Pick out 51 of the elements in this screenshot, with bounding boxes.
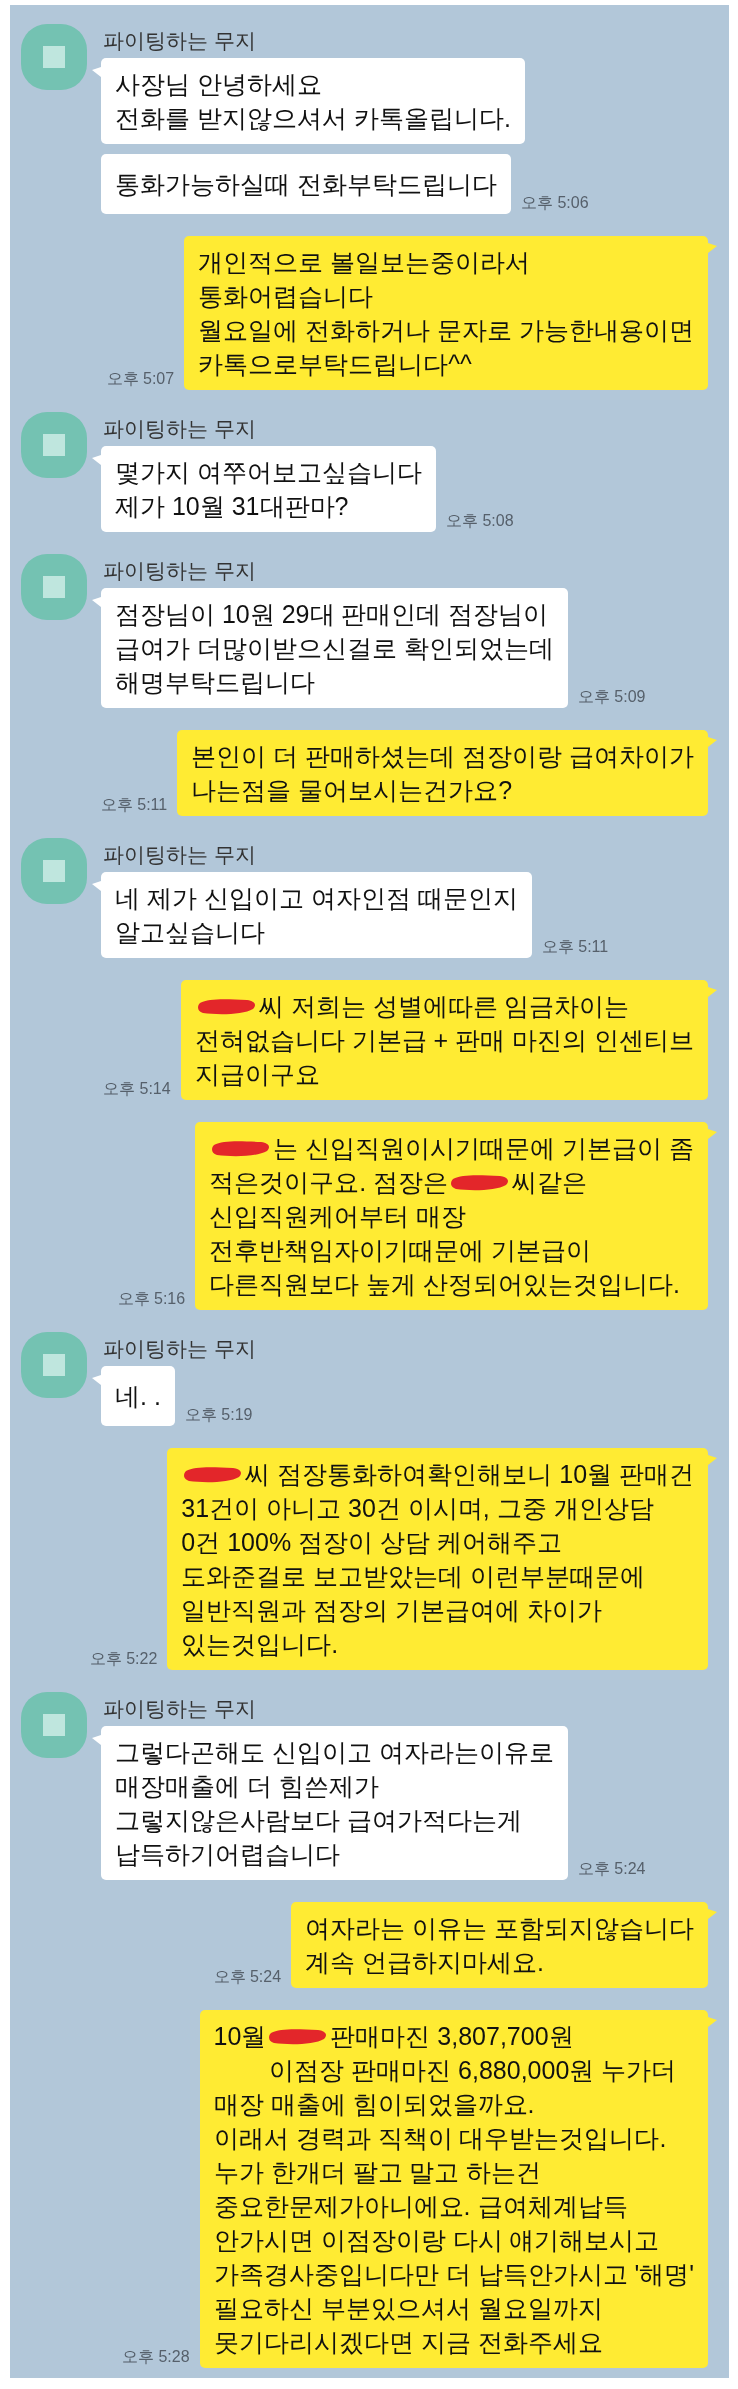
message-time: 오후 5:24 [577, 1859, 646, 1879]
message-text: 씨 저희는 성별에따른 임금차이는 [258, 991, 630, 1022]
avatar-icon[interactable] [21, 412, 87, 478]
message-text: 는 신입직원이시기때문에 기본급이 좀 [273, 1133, 694, 1164]
sender-name: 파이팅하는 무지 [103, 1336, 256, 1362]
message-time: 오후 5:06 [520, 193, 589, 213]
scribble-icon [450, 1173, 511, 1191]
sender-name: 파이팅하는 무지 [103, 558, 256, 584]
message-time: 오후 5:19 [184, 1405, 253, 1425]
message-time: 오후 5:09 [577, 687, 646, 707]
scribble-icon [211, 1139, 272, 1157]
message-text: 여자라는 이유는 포함되지않습니다 계속 언급하지마세요. [305, 1913, 694, 1978]
message-time: 오후 5:14 [103, 1079, 171, 1099]
scribble-icon [183, 1465, 244, 1483]
message-time: 오후 5:28 [122, 2347, 190, 2367]
message-text: 본인이 더 판매하셨는데 점장이랑 급여차이가 나는점을 물어보시는건가요? [191, 741, 694, 806]
message-time: 오후 5:11 [541, 937, 609, 957]
message-text: 판매마진 3,807,700원 [330, 2021, 574, 2052]
avatar-icon[interactable] [21, 838, 87, 904]
avatar-icon[interactable] [21, 24, 87, 90]
message-text: 10월 [213, 2021, 267, 2052]
message-text: 통화가능하실때 전화부탁드립니다 [115, 169, 497, 200]
message-text: 씨같은 [512, 1167, 588, 1198]
sender-name: 파이팅하는 무지 [103, 28, 256, 54]
message-text: 31건이 아니고 30건 이시며, 그중 개인상담 0건 100% 점장이 상담 케어해주고 도와준걸로 보고받았는데 이런부분때문에 일반직원과 점장의 기본급여에 차이가 있는것입니다. [181, 1493, 655, 1660]
sender-name: 파이팅하는 무지 [103, 1696, 256, 1722]
message-time: 오후 5:22 [89, 1649, 158, 1669]
message-text: 적은것이구요. 점장은 [209, 1167, 449, 1198]
sender-name: 파이팅하는 무지 [103, 416, 256, 442]
message-time: 오후 5:16 [117, 1289, 186, 1309]
message-time: 오후 5:08 [445, 511, 514, 531]
message-text: 점장님이 10원 29대 판매인데 점장님이 급여가 더많이받으신걸로 확인되었는데 해명부탁드립니다 [115, 599, 554, 698]
message-time: 오후 5:11 [100, 795, 168, 815]
message-time: 오후 5:24 [213, 1967, 282, 1987]
message-text: 몇가지 여쭈어보고싶습니다 제가 10월 31대판마? [115, 457, 422, 522]
avatar-icon[interactable] [21, 1332, 87, 1398]
message-text: 전혀없습니다 기본급 + 판매 마진의 인센티브 지급이구요 [194, 1025, 694, 1090]
message-text: 신입직원케어부터 매장 전후반책임자이기때문에 기본급이 다른직원보다 높게 산정되어있는것입니다. [209, 1201, 681, 1300]
avatar-icon[interactable] [21, 1692, 87, 1758]
message-text: 네 제가 신입이고 여자인점 때문인지 알고싶습니다 [115, 883, 518, 948]
scribble-icon [268, 2027, 329, 2045]
message-text: 이점장 판매마진 6,880,000원 누가더 매장 매출에 힘이되었을까요. 이래서 경력과 직책이 대우받는것입니다. 누가 한개더 팔고 말고 하는건 중요한문제가아니에요. 급여체계납득 안가시면 이점장이랑 다시 얘기해보시고 가족경사중입니다만 더 납득안가시고 '해명' 필요하신 부분있으셔서 월요일까지 못기다리시겠다면 지금 전화주세요 [213, 2055, 694, 2358]
message-text: 그렇다곤해도 신입이고 여자라는이유로 매장매출에 더 힘쓴제가 그렇지않은사람보다 급여가적다는게 납득하기어렵습니다 [115, 1737, 554, 1870]
message-text: 개인적으로 볼일보는중이라서 통화어렵습니다 월요일에 전화하거나 문자로 가능한내용이면 카톡으로부탁드립니다^^ [198, 247, 694, 380]
message-text: 사장님 안녕하세요 전화를 받지않으셔서 카톡올립니다. [115, 69, 511, 134]
scribble-icon [196, 997, 257, 1015]
message-text: 씨 점장통화하여확인해보니 10월 판매건 [245, 1459, 694, 1490]
avatar-icon[interactable] [21, 554, 87, 620]
message-time: 오후 5:07 [106, 369, 175, 389]
message-text: 네. . [115, 1381, 161, 1412]
sender-name: 파이팅하는 무지 [103, 842, 256, 868]
